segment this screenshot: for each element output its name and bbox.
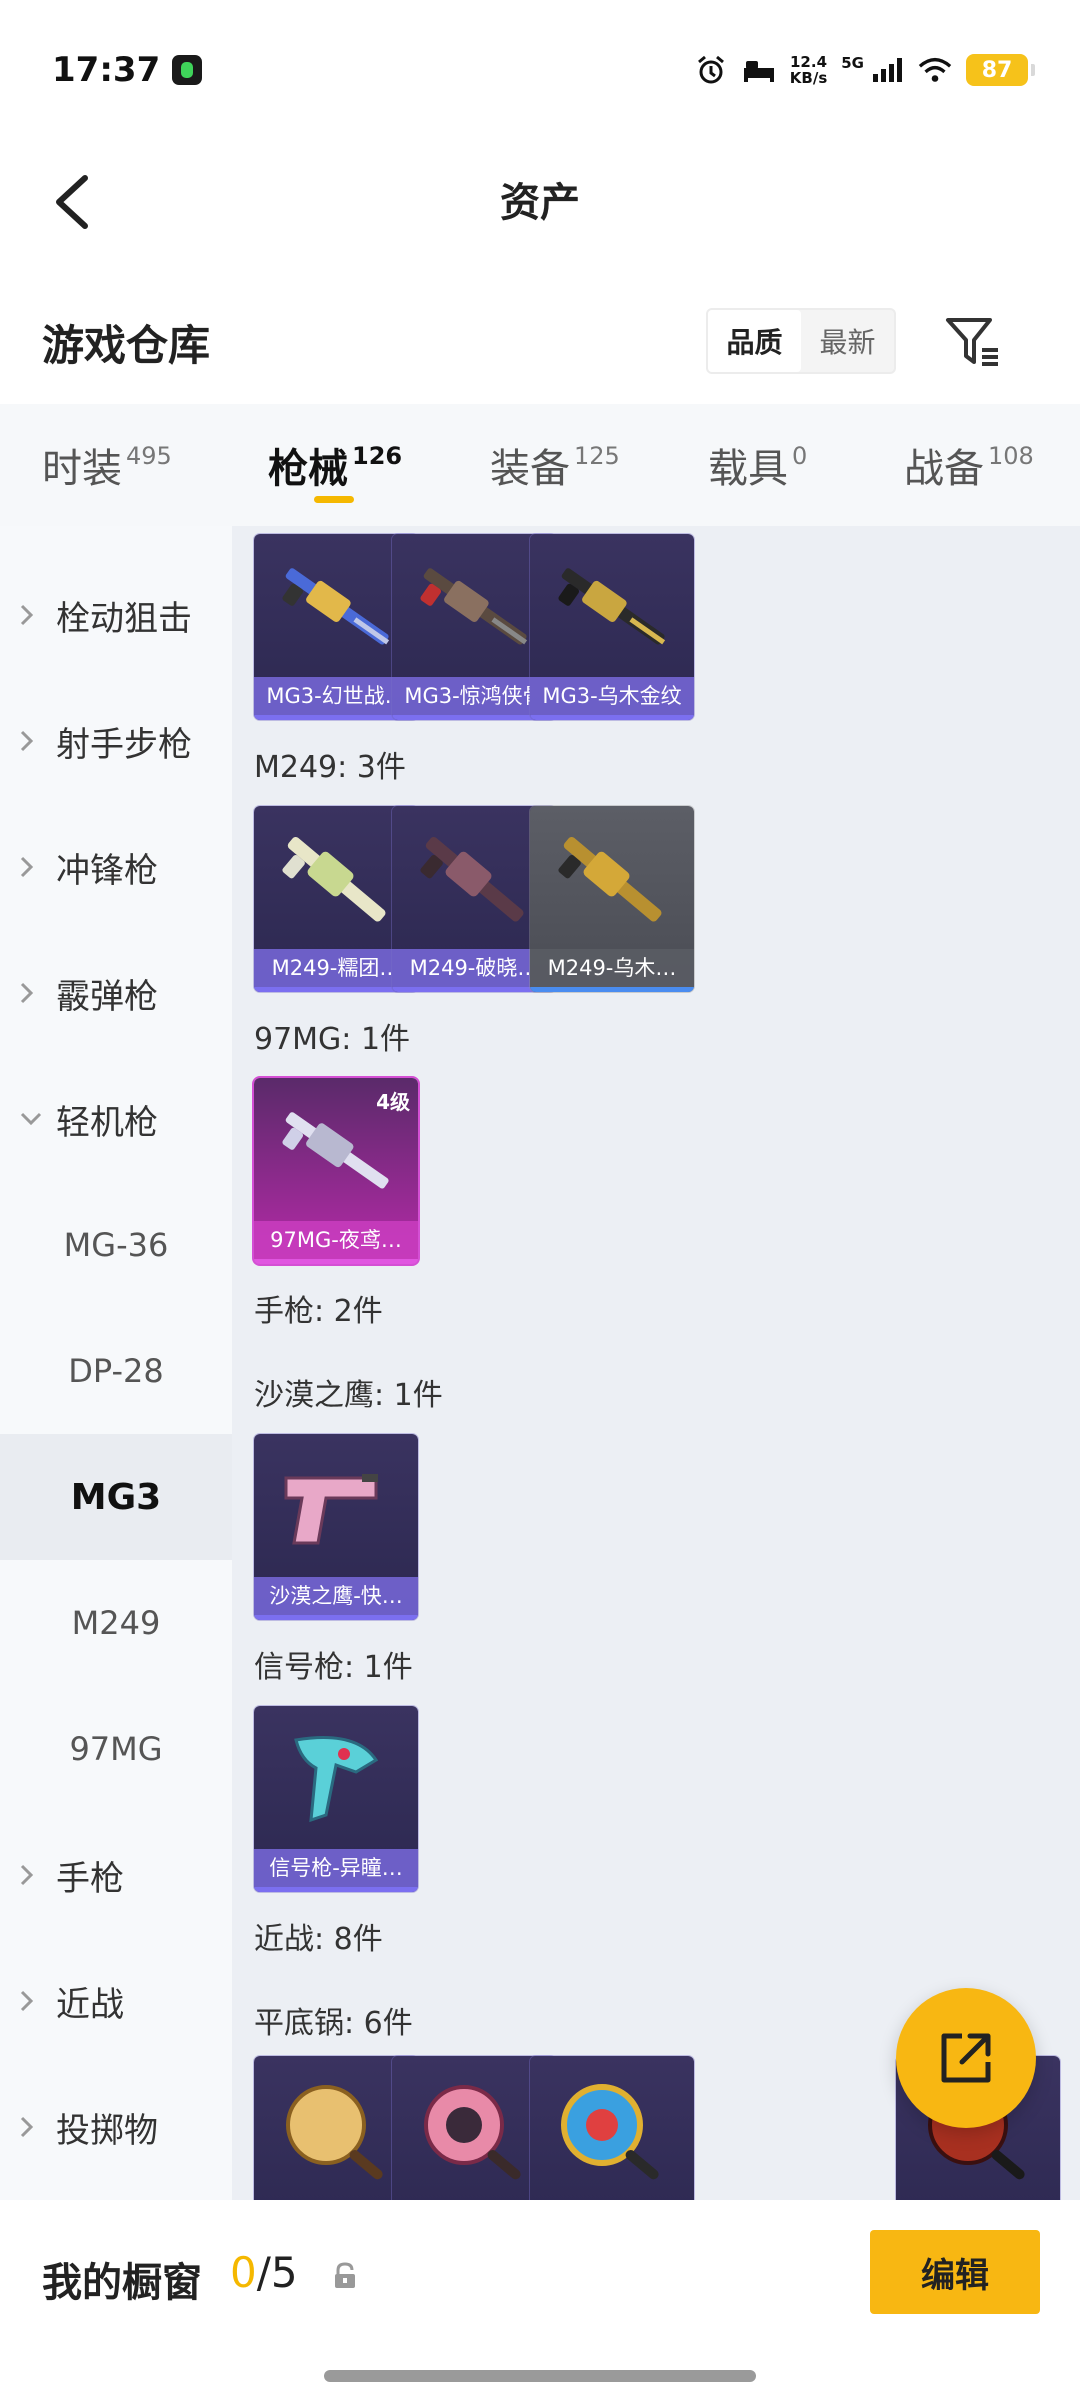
group-label-m249: M249: 3件 <box>254 750 406 785</box>
machine-gun-icon <box>420 568 528 645</box>
nav-header: 资产 <box>0 140 1080 270</box>
chevron-right-icon <box>20 2115 44 2139</box>
sidebar-item-melee[interactable]: 近战 <box>0 1938 232 2064</box>
chevron-right-icon <box>20 1863 44 1887</box>
warehouse-header: 游戏仓库 品质 最新 <box>0 290 1080 400</box>
group-label-pan: 平底锅: 6件 <box>254 2006 413 2041</box>
weapon-category-sidebar: 栓动狙击 射手步枪 冲锋枪 霰弹枪 轻机枪 MG-36 DP-28 MG3 M2… <box>0 526 232 2200</box>
sidebar-item-throwable[interactable]: 投掷物 <box>0 2064 232 2190</box>
category-tabs: 时装 495 枪械 126 装备 125 载具 0 战备 108 <box>0 404 1080 526</box>
frying-pan-icon <box>424 2085 521 2180</box>
network-type: 5G <box>841 54 864 72</box>
machine-gun-icon <box>558 836 662 922</box>
signal-icon <box>870 54 904 86</box>
status-icons: 12.4 KB/s 5G 87 <box>694 53 1035 87</box>
lock-icon <box>335 2262 355 2288</box>
item-card-deagle-1[interactable]: 沙漠之鹰-快… <box>254 1434 418 1620</box>
warehouse-title: 游戏仓库 <box>42 321 211 370</box>
app-notification-icon <box>172 55 203 85</box>
sidebar-subitem-97mg[interactable]: 97MG <box>0 1686 232 1812</box>
tab-vehicles[interactable]: 载具 0 <box>708 436 807 494</box>
showcase-bar: 我的橱窗 0/5 编辑 <box>0 2200 1080 2400</box>
filter-button[interactable] <box>942 312 1002 372</box>
sort-toggle: 品质 最新 <box>706 308 896 374</box>
machine-gun-icon <box>282 1112 389 1189</box>
chevron-right-icon <box>20 981 44 1005</box>
status-time: 17:37 <box>52 50 161 90</box>
sidebar-item-pistol[interactable]: 手枪 <box>0 1812 232 1938</box>
group-label-flare-gun: 信号枪: 1件 <box>254 1650 413 1685</box>
sidebar-subitem-mg3[interactable]: MG3 <box>0 1434 232 1560</box>
sidebar-item-shotgun[interactable]: 霰弹枪 <box>0 930 232 1056</box>
tab-supplies[interactable]: 战备 108 <box>904 436 1034 494</box>
battery-indicator: 87 <box>966 54 1035 86</box>
chevron-right-icon <box>20 603 44 627</box>
sort-newest-option[interactable]: 最新 <box>801 310 894 372</box>
item-card-97mg-1[interactable]: 4级 97MG-夜鸢… <box>254 1078 418 1264</box>
group-label-desert-eagle: 沙漠之鹰: 1件 <box>254 1378 443 1413</box>
group-label-97mg: 97MG: 1件 <box>254 1022 411 1057</box>
edit-showcase-button[interactable]: 编辑 <box>870 2230 1040 2314</box>
chevron-right-icon <box>20 855 44 879</box>
group-label-melee: 近战: 8件 <box>254 1922 383 1957</box>
net-speed: 12.4 KB/s <box>789 53 828 87</box>
group-label-pistol: 手枪: 2件 <box>254 1294 383 1329</box>
share-fab[interactable] <box>896 1988 1036 2128</box>
filter-icon <box>946 318 998 366</box>
tab-equipment[interactable]: 装备 125 <box>490 436 620 494</box>
sort-quality-option[interactable]: 品质 <box>708 310 801 372</box>
sidebar-item-lmg[interactable]: 轻机枪 <box>0 1056 232 1182</box>
showcase-count: 0/5 <box>230 2248 298 2297</box>
page-title: 资产 <box>500 180 580 226</box>
frying-pan-icon <box>561 2084 659 2180</box>
machine-gun-icon <box>558 568 666 645</box>
chevron-down-icon <box>20 1112 44 1126</box>
machine-gun-icon <box>282 568 390 645</box>
wifi-icon <box>918 54 952 86</box>
item-card-m249-3[interactable]: M249-乌木… <box>530 806 694 992</box>
item-card-pan-3[interactable] <box>530 2056 694 2200</box>
item-grid-panel: MG3-幻世战… MG3-惊鸿侠骨 MG3-乌木金纹 M249: 3件 M249… <box>232 526 1080 2200</box>
tab-fashion[interactable]: 时装 495 <box>42 436 172 494</box>
pistol-icon <box>284 1474 378 1545</box>
showcase-label: 我的橱窗 <box>42 2260 202 2306</box>
machine-gun-icon <box>420 836 524 922</box>
tab-active-indicator <box>314 496 354 503</box>
item-card-flare-1[interactable]: 信号枪-异瞳… <box>254 1706 418 1892</box>
sidebar-subitem-m249[interactable]: M249 <box>0 1560 232 1686</box>
tab-firearms[interactable]: 枪械 126 <box>268 436 402 494</box>
sidebar-item-bolt-action[interactable]: 栓动狙击 <box>0 552 232 678</box>
item-card-mg3-3[interactable]: MG3-乌木金纹 <box>530 534 694 720</box>
alarm-icon <box>694 54 728 86</box>
chevron-right-icon <box>20 729 44 753</box>
flare-gun-icon <box>294 1736 379 1823</box>
home-indicator[interactable] <box>324 2370 756 2382</box>
sidebar-item-marksman[interactable]: 射手步枪 <box>0 678 232 804</box>
bed-icon <box>742 54 776 86</box>
sidebar-subitem-dp28[interactable]: DP-28 <box>0 1308 232 1434</box>
chevron-right-icon <box>20 1989 44 2013</box>
sidebar-subitem-mg36[interactable]: MG-36 <box>0 1182 232 1308</box>
machine-gun-icon <box>282 836 386 922</box>
frying-pan-icon <box>286 2085 383 2180</box>
status-bar: 17:37 12.4 KB/s 5G 87 <box>0 0 1080 140</box>
sidebar-item-smg[interactable]: 冲锋枪 <box>0 804 232 930</box>
external-link-icon <box>941 2033 991 2083</box>
